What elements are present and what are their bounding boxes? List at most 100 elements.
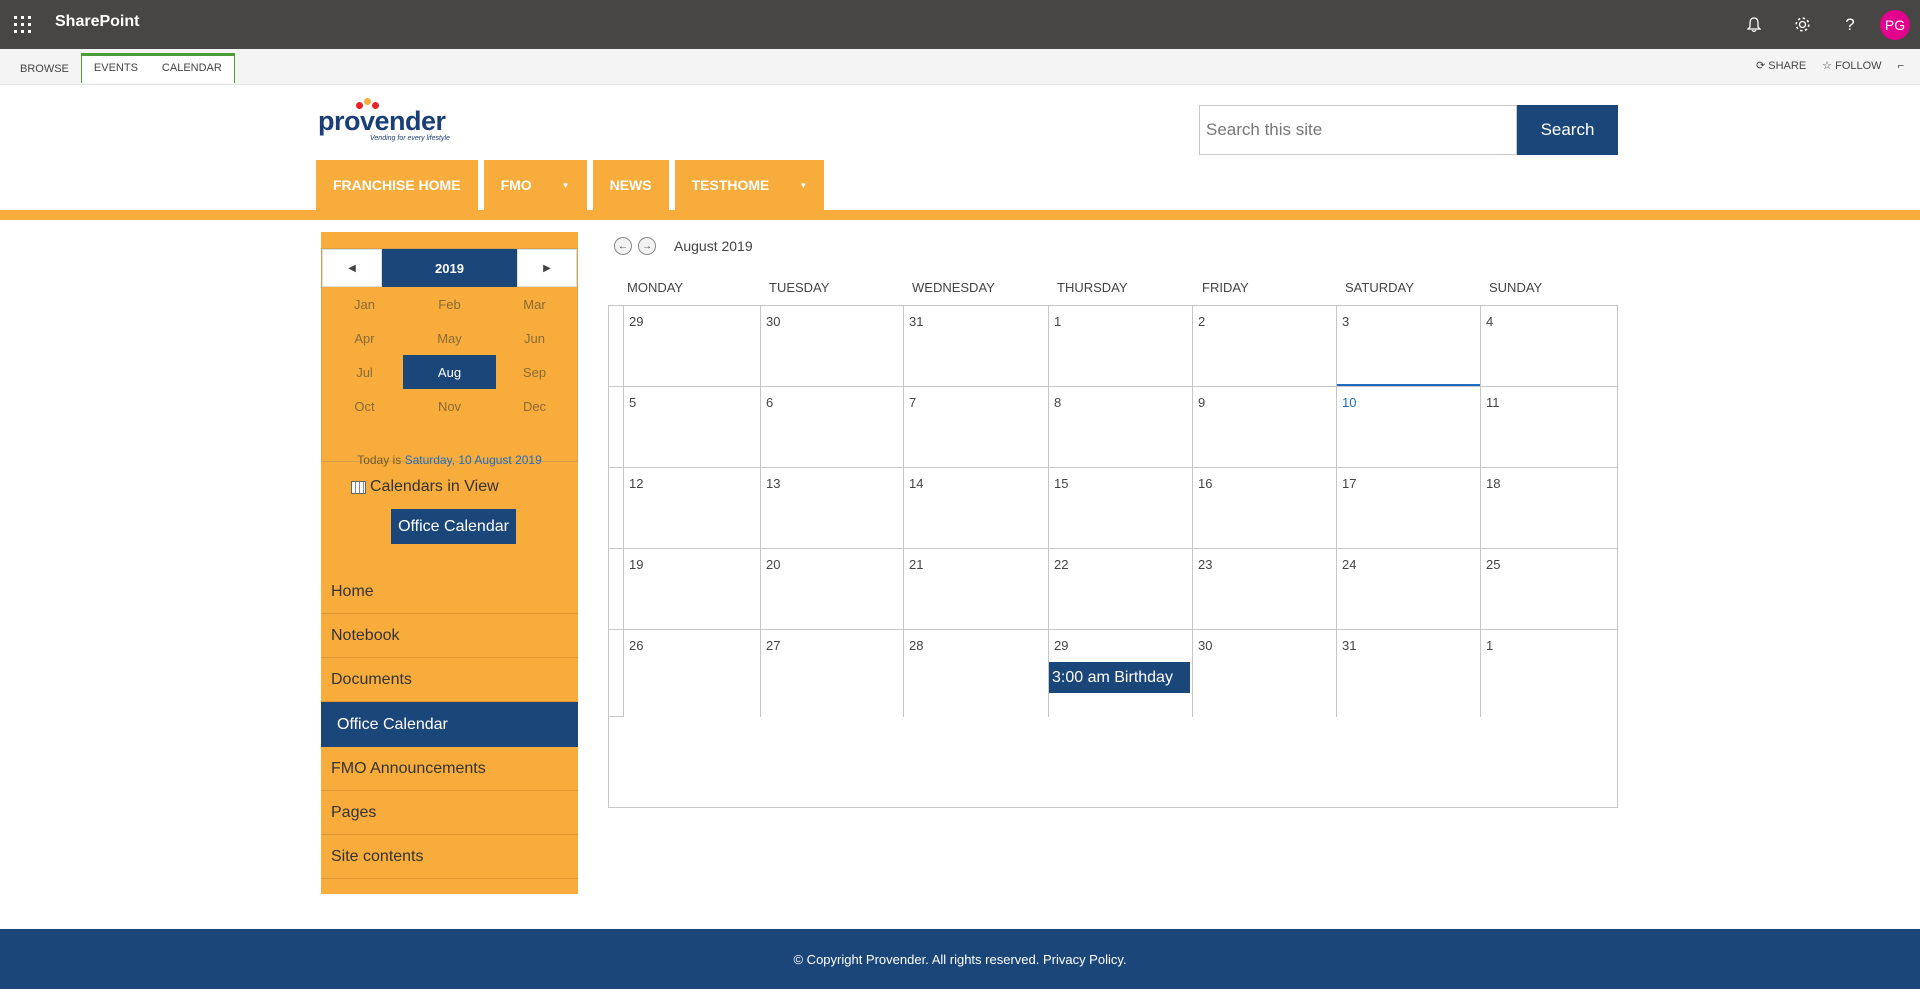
calendar-day-cell[interactable]: 15 [1049,468,1193,549]
tab-calendar[interactable]: CALENDAR [150,56,234,83]
week-selector[interactable] [609,468,624,549]
calendar-day-cell[interactable]: 30 [1193,630,1337,717]
day-number: 28 [909,638,924,653]
calendar-day-cell[interactable]: 29 3:00 am Birthday [1049,630,1193,717]
calendar-day-cell[interactable]: 1 [1049,306,1193,387]
tab-events[interactable]: EVENTS [82,56,150,83]
calendar-day-cell[interactable]: 13 [761,468,904,549]
calendar-day-cell[interactable]: 16 [1193,468,1337,549]
month-sep[interactable]: Sep [492,355,577,389]
calendar-day-cell[interactable]: 18 [1481,468,1618,549]
calendar-day-cell[interactable]: 3 [1337,306,1481,387]
nav-testhome[interactable]: TESTHOME ▼ [674,160,825,211]
day-number: 5 [629,395,637,410]
ribbon-actions: ⟳ SHARE ☆ FOLLOW ⌐ [1756,59,1904,73]
quicklaunch-pages[interactable]: Pages [321,791,578,835]
calendar-event[interactable]: 3:00 am Birthday [1049,662,1190,693]
calendar-day-cell[interactable]: 8 [1049,387,1193,468]
calendar-day-cell[interactable]: 24 [1337,549,1481,630]
calendar-day-cell[interactable]: 12 [624,468,761,549]
weekday-header: MONDAY TUESDAY WEDNESDAY THURSDAY FRIDAY SATU… [608,280,1618,306]
search-input[interactable] [1199,105,1517,155]
calendar-day-cell[interactable]: 31 [904,306,1049,387]
caret-down-icon: ▼ [561,181,570,190]
calendar-day-cell[interactable]: 5 [624,387,761,468]
office-calendar-button[interactable]: Office Calendar [391,509,516,544]
month-may[interactable]: May [407,321,492,355]
avatar[interactable]: PG [1880,9,1910,40]
calendar-day-cell[interactable]: 19 [624,549,761,630]
tab-browse[interactable]: BROWSE [8,55,81,85]
calendar-day-cell[interactable]: 2 [1193,306,1337,387]
week-selector[interactable] [609,306,624,387]
calendar-day-cell[interactable]: 1 [1481,630,1618,717]
nav-news[interactable]: NEWS [592,160,669,211]
calendar-day-cell[interactable]: 23 [1193,549,1337,630]
calendar-day-cell[interactable]: 6 [761,387,904,468]
month-feb[interactable]: Feb [407,287,492,321]
site-logo[interactable]: provender Vending for every lifestyle [318,96,458,146]
day-number: 21 [909,557,924,572]
quicklaunch-home[interactable]: Home [321,570,578,614]
month-jul[interactable]: Jul [322,355,407,389]
calendar-month-title: August 2019 [674,238,753,254]
caret-down-icon: ▼ [799,181,808,190]
calendar-day-cell[interactable]: 25 [1481,549,1618,630]
month-nov[interactable]: Nov [407,389,492,423]
app-launcher-icon[interactable] [14,16,31,33]
calendar-day-cell[interactable]: 22 [1049,549,1193,630]
calendar-day-cell[interactable]: 28 [904,630,1049,717]
help-icon[interactable]: ? [1826,0,1874,49]
nav-franchise-home[interactable]: FRANCHISE HOME [316,160,478,211]
day-number: 14 [909,476,924,491]
calendar-day-cell[interactable]: 10 [1337,387,1481,468]
calendar-day-cell[interactable]: 11 [1481,387,1618,468]
quicklaunch-notebook[interactable]: Notebook [321,614,578,658]
month-apr[interactable]: Apr [322,321,407,355]
gear-icon[interactable] [1778,0,1826,49]
calendar-day-cell[interactable]: 7 [904,387,1049,468]
month-jan[interactable]: Jan [322,287,407,321]
search-button[interactable]: Search [1517,105,1618,155]
quicklaunch-documents[interactable]: Documents [321,658,578,702]
day-number: 2 [1198,314,1206,329]
calendar-day-cell[interactable]: 9 [1193,387,1337,468]
nav-fmo[interactable]: FMO ▼ [483,160,587,211]
next-year-button[interactable]: ▶ [517,249,577,287]
week-selector[interactable] [609,549,624,630]
calendar-day-cell[interactable]: 20 [761,549,904,630]
day-number: 15 [1054,476,1069,491]
calendar-day-cell[interactable]: 31 [1337,630,1481,717]
prev-year-button[interactable]: ◀ [322,249,382,287]
share-button[interactable]: ⟳ SHARE [1756,59,1806,72]
focus-icon[interactable]: ⌐ [1898,60,1904,72]
calendar-day-cell[interactable]: 26 [624,630,761,717]
week-selector[interactable] [609,630,624,717]
calendar-day-cell[interactable]: 14 [904,468,1049,549]
month-oct[interactable]: Oct [322,389,407,423]
quicklaunch-site-contents[interactable]: Site contents [321,835,578,879]
day-number: 29 [629,314,644,329]
week-selector[interactable] [609,387,624,468]
prev-month-button[interactable]: ← [614,237,632,255]
month-dec[interactable]: Dec [492,389,577,423]
quicklaunch-office-calendar[interactable]: Office Calendar [321,702,578,747]
month-aug[interactable]: Aug [403,355,496,389]
share-icon: ⟳ [1755,60,1766,72]
bell-icon[interactable] [1730,0,1778,49]
calendar-day-cell[interactable]: 29 [624,306,761,387]
quicklaunch-fmo-announcements[interactable]: FMO Announcements [321,747,578,791]
next-month-button[interactable]: → [638,237,656,255]
day-number: 30 [766,314,781,329]
calendar-day-cell[interactable]: 17 [1337,468,1481,549]
follow-button[interactable]: ☆ FOLLOW [1822,59,1881,72]
calendar-day-cell[interactable]: 27 [761,630,904,717]
brand-title[interactable]: SharePoint [55,13,139,31]
day-number: 8 [1054,395,1062,410]
month-mar[interactable]: Mar [492,287,577,321]
calendar-day-cell[interactable]: 21 [904,549,1049,630]
today-link[interactable]: Saturday, 10 August 2019 [405,453,542,467]
month-jun[interactable]: Jun [492,321,577,355]
calendar-day-cell[interactable]: 30 [761,306,904,387]
calendar-day-cell[interactable]: 4 [1481,306,1618,387]
